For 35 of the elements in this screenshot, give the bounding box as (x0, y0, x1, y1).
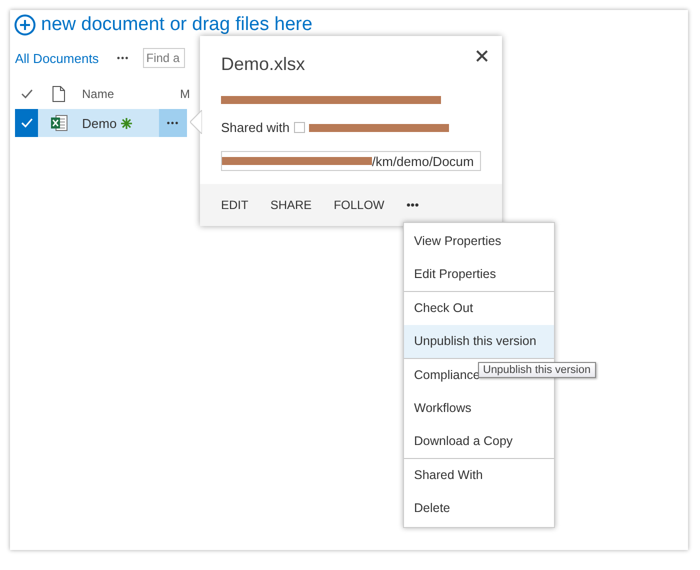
callout-action[interactable]: ••• (406, 198, 419, 212)
check-icon[interactable] (21, 89, 33, 99)
menu-item[interactable]: Unpublish this version (404, 325, 554, 358)
row-checkbox[interactable] (15, 109, 38, 137)
callout-title: Demo.xlsx (221, 54, 306, 75)
close-icon[interactable] (476, 50, 488, 62)
search-field[interactable]: Find a (143, 48, 186, 68)
tooltip: Unpublish this version (478, 362, 596, 378)
table-row[interactable]: Demo ••• (15, 109, 187, 137)
menu-item[interactable]: Workflows (404, 392, 554, 425)
menu-item[interactable]: Download a Copy (404, 425, 554, 458)
check-icon (20, 118, 32, 128)
menu-item[interactable]: Delete (404, 492, 554, 525)
shared-with-label: Shared with (221, 120, 290, 135)
column-header[interactable]: Name (82, 87, 114, 101)
callout-action[interactable]: EDIT (221, 198, 248, 212)
new-document-link[interactable]: new document or drag files here (41, 14, 312, 36)
url-text: /km/demo/Docum (372, 154, 474, 168)
spreadsheet-icon (51, 114, 68, 132)
presence-icon (294, 122, 305, 133)
menu-item[interactable]: Edit Properties (404, 258, 554, 291)
view-link[interactable]: All Documents (15, 50, 99, 66)
callout-action[interactable]: SHARE (270, 198, 312, 212)
column-header[interactable]: M (180, 87, 190, 101)
callout-action[interactable]: FOLLOW (334, 198, 384, 212)
more-button[interactable]: ••• (116, 53, 130, 63)
document-icon (52, 86, 65, 102)
add-icon (14, 14, 36, 36)
menu-item[interactable]: Shared With (404, 459, 554, 492)
file-name-link[interactable]: Demo (82, 116, 117, 130)
menu-item[interactable]: View Properties (404, 225, 554, 258)
menu-item[interactable]: Check Out (404, 292, 554, 325)
url-field[interactable]: /km/demo/Docum (221, 151, 481, 171)
new-item-icon (120, 118, 132, 128)
more-button[interactable]: ••• (159, 109, 187, 137)
